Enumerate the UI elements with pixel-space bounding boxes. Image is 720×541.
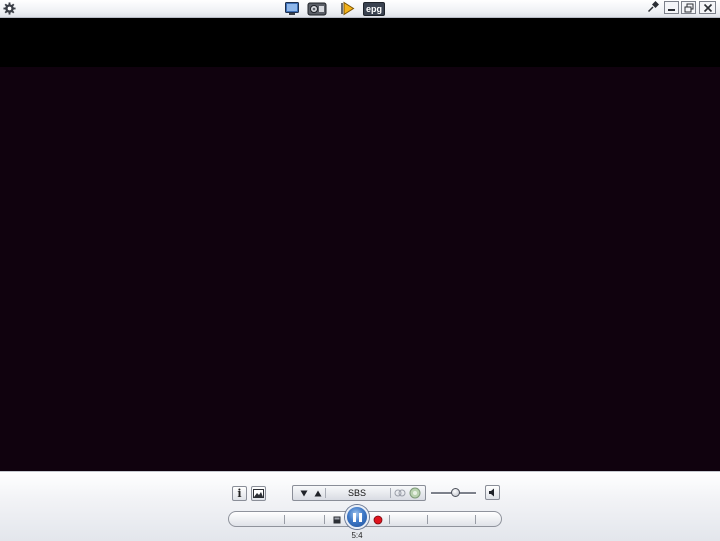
epg-button[interactable]: epg — [361, 0, 387, 17]
channel-down-button[interactable] — [297, 486, 311, 500]
channel-name: SBS — [347, 488, 366, 498]
transport-divider — [427, 515, 428, 524]
audio-circle-icon — [409, 487, 421, 499]
media-mode-button[interactable] — [337, 0, 359, 17]
transport-divider — [389, 515, 390, 524]
tv-mode-button[interactable] — [281, 0, 303, 17]
volume-slider[interactable] — [431, 486, 476, 500]
aspect-ratio-label: 5:4 — [351, 531, 363, 540]
video-letterbox — [0, 18, 720, 67]
tv-monitor-icon — [285, 2, 299, 15]
minimize-icon — [668, 9, 675, 11]
channel-divider — [390, 488, 391, 498]
radio-mode-button[interactable] — [306, 0, 328, 17]
tv-player-window: epg i SBS 5:4 — [0, 0, 720, 541]
transport-divider — [475, 515, 476, 524]
stop-button[interactable] — [332, 515, 341, 524]
speaker-icon — [489, 488, 494, 497]
settings-button[interactable] — [0, 0, 18, 17]
triangle-down-icon — [300, 490, 308, 496]
title-bar: epg — [0, 0, 720, 18]
channel-divider — [325, 488, 326, 498]
record-button[interactable] — [372, 514, 383, 525]
close-icon — [703, 3, 712, 12]
audio-mode-button[interactable] — [408, 487, 422, 499]
pause-button[interactable] — [345, 505, 369, 529]
stereo-icon — [394, 489, 406, 497]
pin-button[interactable] — [645, 0, 661, 13]
picture-icon — [253, 489, 264, 498]
close-button[interactable] — [699, 1, 716, 14]
minimize-button[interactable] — [664, 1, 679, 14]
video-display[interactable] — [0, 67, 720, 471]
mute-button[interactable] — [485, 485, 500, 500]
info-icon: i — [237, 487, 242, 500]
channel-panel: SBS — [292, 485, 426, 501]
play-triangle-icon — [341, 1, 355, 16]
stop-icon — [333, 516, 340, 523]
info-button[interactable]: i — [232, 486, 247, 501]
snapshot-button[interactable] — [251, 486, 266, 501]
transport-divider — [284, 515, 285, 524]
radio-icon — [307, 2, 327, 16]
restore-icon — [684, 3, 693, 12]
maximize-button[interactable] — [681, 1, 696, 14]
epg-icon: epg — [362, 1, 385, 16]
record-icon — [373, 515, 382, 524]
pin-icon — [647, 1, 659, 13]
channel-up-button[interactable] — [311, 486, 325, 500]
triangle-up-icon — [314, 490, 322, 496]
pause-icon — [352, 512, 362, 522]
gear-icon — [2, 2, 16, 15]
transport-divider — [324, 515, 325, 524]
volume-knob[interactable] — [450, 488, 460, 497]
stereo-button[interactable] — [393, 487, 407, 499]
